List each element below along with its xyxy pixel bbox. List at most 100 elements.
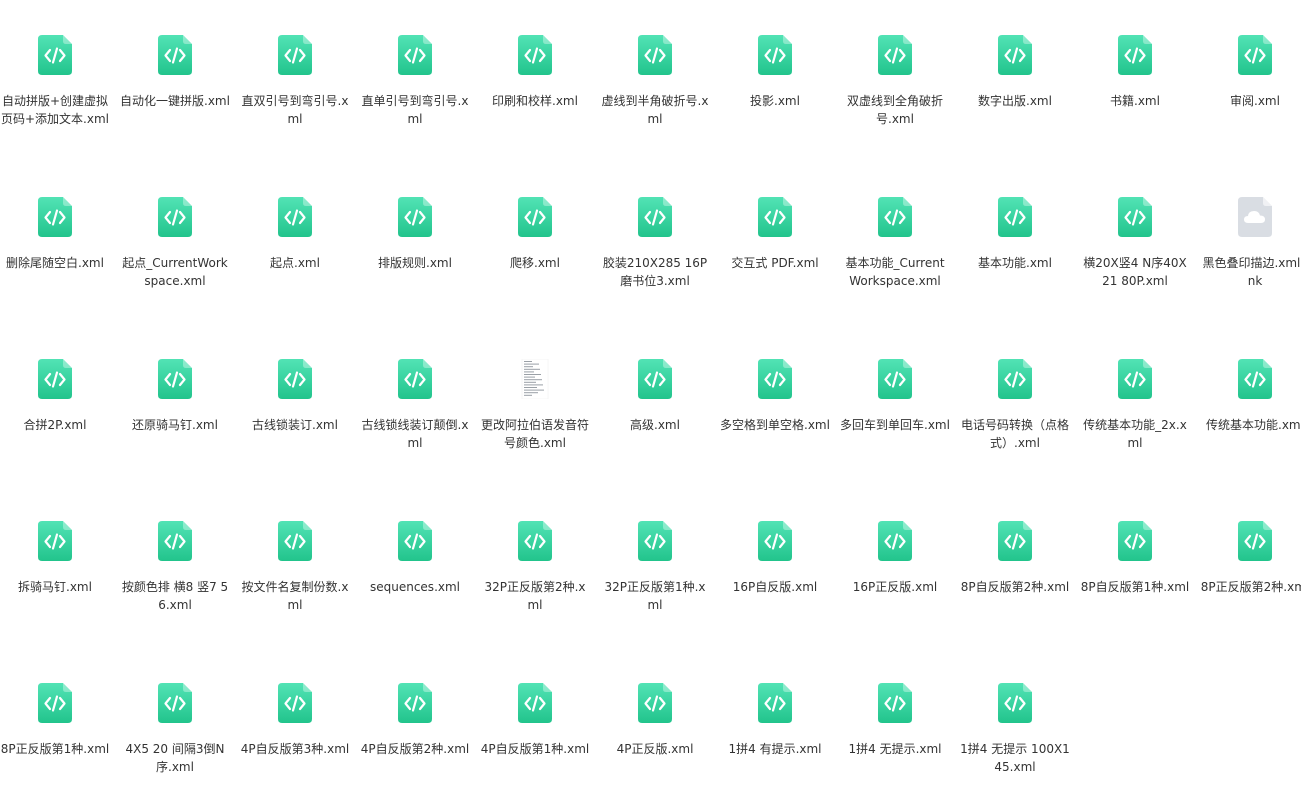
- file-item[interactable]: 印刷和校样.xml: [480, 35, 590, 185]
- xml-file-icon: [38, 683, 72, 723]
- file-item[interactable]: 双虚线到全角破折号.xml: [840, 35, 950, 185]
- file-item[interactable]: 1拼4 有提示.xml: [720, 683, 830, 799]
- file-item[interactable]: 起点.xml: [240, 197, 350, 347]
- file-item[interactable]: 32P正反版第2种.xml: [480, 521, 590, 671]
- file-name-label: 8P自反版第1种.xml: [1080, 580, 1190, 594]
- file-name-label: 8P正反版第2种.xml: [1200, 580, 1301, 594]
- file-name-label: 直双引号到弯引号.xml: [241, 94, 349, 126]
- file-name-label: 4P自反版第2种.xml: [360, 742, 470, 756]
- file-item[interactable]: 4X5 20 间隔3倒N序.xml: [120, 683, 230, 799]
- file-item[interactable]: 16P正反版.xml: [840, 521, 950, 671]
- xml-file-icon: [398, 35, 432, 75]
- file-name-label: 古线锁线装订颠倒.xml: [361, 418, 469, 450]
- xml-file-icon: [158, 35, 192, 75]
- file-item[interactable]: 8P自反版第1种.xml: [1080, 521, 1190, 671]
- file-name-label: 32P正反版第1种.xml: [604, 580, 706, 612]
- file-item[interactable]: 直单引号到弯引号.xml: [360, 35, 470, 185]
- document-thumbnail-icon: [518, 359, 552, 399]
- file-item[interactable]: 8P正反版第1种.xml: [0, 683, 110, 799]
- file-item[interactable]: 多回车到单回车.xml: [840, 359, 950, 509]
- xml-file-icon: [638, 197, 672, 237]
- file-item[interactable]: 自动化一键拼版.xml: [120, 35, 230, 185]
- file-item[interactable]: 古线锁线装订颠倒.xml: [360, 359, 470, 509]
- file-name-label: 起点.xml: [270, 256, 320, 270]
- xml-file-icon: [998, 197, 1032, 237]
- file-name-label: 合拼2P.xml: [23, 418, 87, 432]
- file-name-label: 横20X竖4 N序40X21 80P.xml: [1083, 256, 1187, 288]
- file-item[interactable]: 按文件名复制份数.xml: [240, 521, 350, 671]
- file-item[interactable]: 胶装210X285 16P 磨书位3.xml: [600, 197, 710, 347]
- xml-file-icon: [518, 521, 552, 561]
- file-item[interactable]: 基本功能_CurrentWorkspace.xml: [840, 197, 950, 347]
- file-item[interactable]: 合拼2P.xml: [0, 359, 110, 509]
- file-item[interactable]: 交互式 PDF.xml: [720, 197, 830, 347]
- file-item[interactable]: 黑色叠印描边.xml.lnk: [1200, 197, 1301, 347]
- file-item[interactable]: 投影.xml: [720, 35, 830, 185]
- file-item[interactable]: 传统基本功能.xml: [1200, 359, 1301, 509]
- file-item[interactable]: 起点_CurrentWorkspace.xml: [120, 197, 230, 347]
- file-item[interactable]: sequences.xml: [360, 521, 470, 671]
- file-item[interactable]: 书籍.xml: [1080, 35, 1190, 185]
- file-item[interactable]: 古线锁装订.xml: [240, 359, 350, 509]
- xml-file-icon: [638, 35, 672, 75]
- file-name-label: 起点_CurrentWorkspace.xml: [122, 256, 228, 288]
- file-item[interactable]: 高级.xml: [600, 359, 710, 509]
- file-item[interactable]: 4P自反版第1种.xml: [480, 683, 590, 799]
- xml-file-icon: [878, 197, 912, 237]
- file-item[interactable]: 电话号码转换（点格式）.xml: [960, 359, 1070, 509]
- file-name-label: 8P正反版第1种.xml: [0, 742, 110, 756]
- file-name-label: 投影.xml: [750, 94, 800, 108]
- xml-file-icon: [638, 683, 672, 723]
- file-name-label: sequences.xml: [369, 580, 461, 594]
- file-name-label: 还原骑马钉.xml: [132, 418, 218, 432]
- file-item[interactable]: 虚线到半角破折号.xml: [600, 35, 710, 185]
- file-item[interactable]: 4P自反版第2种.xml: [360, 683, 470, 799]
- file-item[interactable]: 16P自反版.xml: [720, 521, 830, 671]
- file-item[interactable]: 数字出版.xml: [960, 35, 1070, 185]
- xml-file-icon: [398, 683, 432, 723]
- file-item[interactable]: 基本功能.xml: [960, 197, 1070, 347]
- xml-file-icon: [1118, 35, 1152, 75]
- file-item[interactable]: 按颜色排 横8 竖7 56.xml: [120, 521, 230, 671]
- file-item[interactable]: 横20X竖4 N序40X21 80P.xml: [1080, 197, 1190, 347]
- file-name-label: 1拼4 有提示.xml: [728, 742, 822, 756]
- xml-file-icon: [158, 683, 192, 723]
- file-item[interactable]: 更改阿拉伯语发音符号颜色.xml: [480, 359, 590, 509]
- file-item[interactable]: 自动拼版+创建虚拟页码+添加文本.xml: [0, 35, 110, 185]
- file-item[interactable]: 删除尾随空白.xml: [0, 197, 110, 347]
- xml-file-icon: [158, 197, 192, 237]
- file-item[interactable]: 多空格到单空格.xml: [720, 359, 830, 509]
- file-name-label: 电话号码转换（点格式）.xml: [960, 418, 1069, 450]
- xml-file-icon: [38, 197, 72, 237]
- file-item[interactable]: 直双引号到弯引号.xml: [240, 35, 350, 185]
- file-name-label: 4X5 20 间隔3倒N序.xml: [125, 742, 225, 774]
- file-name-label: 32P正反版第2种.xml: [484, 580, 586, 612]
- file-item[interactable]: 传统基本功能_2x.xml: [1080, 359, 1190, 509]
- file-item[interactable]: 排版规则.xml: [360, 197, 470, 347]
- xml-file-icon: [518, 197, 552, 237]
- file-item[interactable]: 1拼4 无提示.xml: [840, 683, 950, 799]
- xml-file-icon: [1118, 359, 1152, 399]
- file-item[interactable]: 1拼4 无提示 100X145.xml: [960, 683, 1070, 799]
- file-name-label: 按颜色排 横8 竖7 56.xml: [121, 580, 229, 612]
- file-item[interactable]: 32P正反版第1种.xml: [600, 521, 710, 671]
- xml-file-icon: [278, 359, 312, 399]
- file-item[interactable]: 审阅.xml: [1200, 35, 1301, 185]
- xml-file-icon: [398, 197, 432, 237]
- file-name-label: 双虚线到全角破折号.xml: [846, 94, 943, 126]
- file-item[interactable]: 4P正反版.xml: [600, 683, 710, 799]
- file-name-label: 高级.xml: [630, 418, 680, 432]
- file-name-label: 虚线到半角破折号.xml: [601, 94, 709, 126]
- file-name-label: 黑色叠印描边.xml.lnk: [1202, 256, 1301, 288]
- file-item[interactable]: 8P自反版第2种.xml: [960, 521, 1070, 671]
- xml-file-icon: [38, 35, 72, 75]
- file-name-label: 书籍.xml: [1110, 94, 1160, 108]
- file-item[interactable]: 8P正反版第2种.xml: [1200, 521, 1301, 671]
- xml-file-icon: [878, 35, 912, 75]
- file-item[interactable]: 爬移.xml: [480, 197, 590, 347]
- xml-file-icon: [758, 197, 792, 237]
- file-item[interactable]: 4P自反版第3种.xml: [240, 683, 350, 799]
- file-item[interactable]: 还原骑马钉.xml: [120, 359, 230, 509]
- file-item[interactable]: 拆骑马钉.xml: [0, 521, 110, 671]
- file-name-label: 按文件名复制份数.xml: [241, 580, 349, 612]
